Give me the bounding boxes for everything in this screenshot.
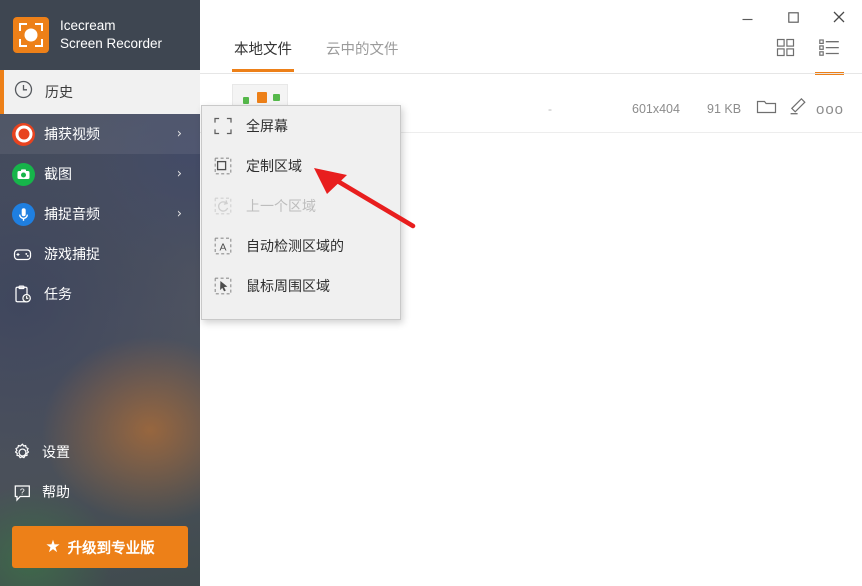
file-dimensions: 601x404 (632, 102, 680, 116)
more-options-icon[interactable]: ooo (816, 101, 844, 118)
sidebar-item-history-label: 历史 (45, 84, 73, 100)
menu-item-auto-detect-area[interactable]: A 自动检测区域的 (202, 226, 400, 266)
sidebar-item-history[interactable]: 历史 (0, 70, 200, 114)
clock-icon (14, 80, 33, 104)
sidebar-item-game-capture-label: 游戏捕捉 (44, 246, 100, 262)
upgrade-to-pro-button[interactable]: ★ 升级到专业版 (12, 526, 188, 568)
logo-bracket-br (35, 39, 43, 47)
tab-local-files[interactable]: 本地文件 (232, 38, 294, 72)
star-icon: ★ (45, 537, 61, 557)
file-size: 91 KB (707, 102, 742, 116)
logo-bracket-bl (19, 39, 27, 47)
gamepad-icon (12, 244, 42, 265)
logo-bracket-tl (19, 23, 27, 31)
list-view-icon[interactable] (815, 38, 844, 75)
tab-cloud-files[interactable]: 云中的文件 (326, 38, 399, 72)
sidebar: Icecream Screen Recorder 历史 捕获视频 › 截图 › … (0, 0, 200, 586)
app-window: Icecream Screen Recorder 历史 捕获视频 › 截图 › … (0, 0, 862, 586)
sidebar-item-settings[interactable]: 设置 (0, 432, 200, 472)
menu-item-area-around-mouse-label: 鼠标周围区域 (246, 278, 330, 294)
camera-circle-icon (12, 162, 42, 186)
custom-area-icon (213, 156, 243, 176)
file-date: - (548, 102, 552, 116)
brand-line-1: Icecream (60, 18, 116, 34)
menu-item-auto-detect-area-label: 自动检测区域的 (246, 238, 344, 254)
sidebar-item-settings-label: 设置 (42, 444, 70, 460)
selected-accent-bar (0, 70, 4, 114)
menu-item-last-area: 上一个区域 (202, 186, 400, 226)
menu-item-fullscreen-label: 全屏幕 (246, 118, 288, 134)
close-button[interactable] (816, 0, 862, 34)
sidebar-item-screenshot[interactable]: 截图 › (0, 154, 200, 194)
fullscreen-brackets-icon (213, 116, 243, 136)
gear-icon (12, 442, 42, 463)
menu-item-area-around-mouse[interactable]: 鼠标周围区域 (202, 266, 400, 306)
sidebar-item-help-label: 帮助 (42, 484, 70, 500)
chevron-right-icon: › (176, 166, 182, 182)
area-around-mouse-icon (213, 276, 243, 296)
window-controls (724, 0, 862, 34)
sidebar-item-capture-video[interactable]: 捕获视频 › (0, 114, 200, 154)
recorder-logo-icon (13, 17, 49, 53)
maximize-button[interactable] (770, 0, 816, 34)
sidebar-item-capture-audio-label: 捕捉音频 (44, 206, 100, 222)
tab-local-files-label: 本地文件 (234, 42, 292, 58)
svg-text:A: A (219, 241, 226, 253)
sidebar-bottom: 设置 ? 帮助 ★ 升级到专业版 (0, 432, 200, 586)
chevron-right-icon: › (176, 206, 182, 222)
menu-item-last-area-label: 上一个区域 (246, 198, 316, 214)
view-mode-toggle (776, 38, 844, 75)
tab-cloud-files-label: 云中的文件 (326, 42, 399, 58)
sidebar-nav: 捕获视频 › 截图 › 捕捉音频 › 游戏捕捉 任务 (0, 114, 200, 314)
minimize-button[interactable] (724, 0, 770, 34)
chevron-right-icon: › (176, 126, 182, 142)
capture-video-submenu: 全屏幕 定制区域 上一个区域 A 自动检测区域的 鼠标周围区域 (201, 105, 401, 320)
sidebar-item-capture-audio[interactable]: 捕捉音频 › (0, 194, 200, 234)
record-circle-icon (12, 122, 42, 146)
pencil-edit-icon[interactable] (788, 97, 807, 121)
app-branding: Icecream Screen Recorder (0, 0, 200, 70)
help-bubble-icon: ? (12, 482, 42, 503)
file-tabs: 本地文件 云中的文件 (232, 38, 399, 72)
brand-line-2: Screen Recorder (60, 36, 163, 51)
task-clipboard-icon (12, 284, 42, 305)
grid-view-icon[interactable] (776, 38, 795, 75)
menu-item-custom-area[interactable]: 定制区域 (202, 146, 400, 186)
open-folder-icon[interactable] (756, 98, 777, 121)
last-area-refresh-icon (213, 196, 243, 216)
sidebar-item-screenshot-label: 截图 (44, 166, 72, 182)
microphone-circle-icon (12, 202, 42, 226)
auto-detect-area-icon: A (213, 236, 243, 256)
menu-item-fullscreen[interactable]: 全屏幕 (202, 106, 400, 146)
sidebar-item-help[interactable]: ? 帮助 (0, 472, 200, 512)
tabs-divider (200, 73, 862, 74)
brand-text: Icecream Screen Recorder (60, 17, 162, 53)
sidebar-item-tasks-label: 任务 (44, 286, 72, 302)
sidebar-item-capture-video-label: 捕获视频 (44, 126, 100, 142)
logo-bracket-tr (35, 23, 43, 31)
svg-text:?: ? (20, 486, 25, 496)
upgrade-to-pro-label: 升级到专业版 (67, 540, 155, 557)
sidebar-item-game-capture[interactable]: 游戏捕捉 (0, 234, 200, 274)
menu-item-custom-area-label: 定制区域 (246, 158, 302, 174)
sidebar-item-tasks[interactable]: 任务 (0, 274, 200, 314)
